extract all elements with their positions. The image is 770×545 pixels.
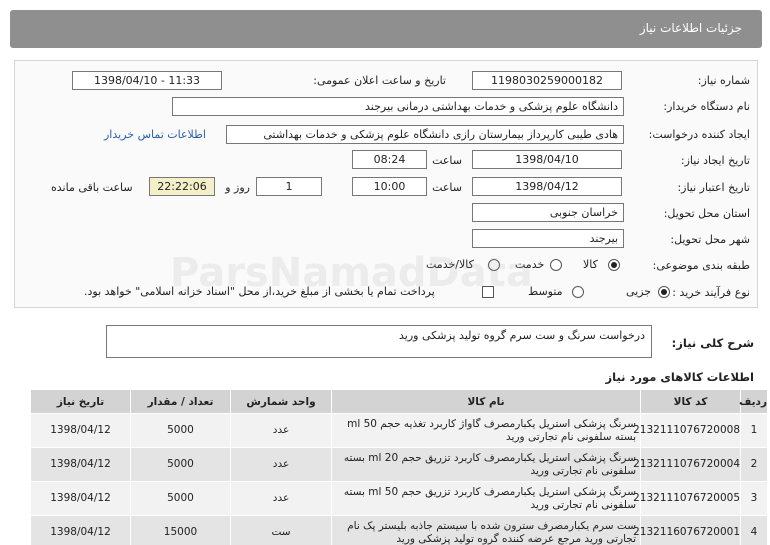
cell-code: 2132111076720004 [633, 447, 741, 482]
created-time-field: 08:24 [352, 150, 427, 169]
process-medium-radio[interactable] [572, 286, 584, 298]
col-date-header: تاریخ نیاز [30, 389, 131, 414]
remaining-label: ساعت باقی مانده [51, 181, 133, 194]
city-label: شهر محل تحویل: [670, 233, 750, 246]
created-time-label: ساعت [432, 154, 462, 167]
cell-code: 2132111076720008 [633, 413, 741, 448]
cell-qty: 15000 [130, 515, 231, 545]
table-row: 2 2132111076720004 سرنگ پزشکی استریل یکب… [30, 447, 768, 482]
items-table-header: ردیف کد کالا نام کالا واحد شمارش تعداد /… [30, 389, 768, 414]
cell-name: سرنگ پزشکی استریل یکبارمصرف کاربرد تزریق… [331, 481, 641, 516]
cell-unit: عدد [230, 413, 332, 448]
description-field: درخواست سرنگ و ست سرم گروه تولید پزشکی و… [106, 325, 652, 358]
description-label: شرح کلی نیاز: [671, 336, 754, 350]
table-row: 3 2132111076720005 سرنگ پزشکی استریل یکب… [30, 481, 768, 516]
process-minor-label: جزیی [626, 285, 652, 298]
process-minor-radio[interactable] [658, 286, 670, 298]
valid-time-label: ساعت [432, 181, 462, 194]
announce-label: تاریخ و ساعت اعلان عمومی: [313, 74, 446, 87]
process-type-label: نوع فرآیند خرید : [672, 286, 750, 299]
buyer-label: نام دستگاه خریدار: [663, 100, 750, 113]
category-goods-service-label: کالا/خدمت [426, 258, 474, 271]
cell-code: 2132116076720001 [633, 515, 741, 545]
cell-row: 4 [740, 515, 768, 545]
items-section-title: اطلاعات کالاهای مورد نیاز [605, 370, 754, 384]
days-label: روز و [225, 181, 250, 194]
cell-date: 1398/04/12 [30, 481, 131, 516]
cell-date: 1398/04/12 [30, 413, 131, 448]
announce-field: 1398/04/10 - 11:33 [72, 71, 222, 90]
cell-date: 1398/04/12 [30, 447, 131, 482]
need-details-page: جزئیات اطلاعات نیاز شماره نیاز: 11980302… [0, 0, 770, 545]
page-title: جزئیات اطلاعات نیاز [639, 21, 742, 35]
need-number-field: 1198030259000182 [472, 71, 622, 90]
need-number-label: شماره نیاز: [697, 74, 750, 87]
cell-code: 2132111076720005 [633, 481, 741, 516]
remaining-time-field: 22:22:06 [149, 177, 215, 196]
cell-name: سرنگ پزشکی استریل یکبارمصرف کاربرد تزریق… [331, 447, 641, 482]
cell-qty: 5000 [130, 447, 231, 482]
valid-date-field: 1398/04/12 [472, 177, 622, 196]
valid-date-label: تاریخ اعتبار نیاز: [677, 181, 750, 194]
remaining-days-field: 1 [256, 177, 322, 196]
category-service-radio[interactable] [550, 259, 562, 271]
cell-qty: 5000 [130, 481, 231, 516]
province-field: خراسان جنوبی [472, 203, 624, 222]
cell-qty: 5000 [130, 413, 231, 448]
buyer-contact-link[interactable]: اطلاعات تماس خریدار [104, 128, 206, 141]
cell-unit: عدد [230, 447, 332, 482]
created-date-label: تاریخ ایجاد نیاز: [680, 154, 750, 167]
col-unit-header: واحد شمارش [230, 389, 332, 414]
created-date-field: 1398/04/10 [472, 150, 622, 169]
table-row: 4 2132116076720001 ست سرم یکبارمصرف سترو… [30, 515, 768, 545]
category-label: طبقه بندی موضوعی: [652, 259, 750, 272]
category-goods-radio[interactable] [608, 259, 620, 271]
cell-row: 3 [740, 481, 768, 516]
treasury-payment-note: پرداخت تمام یا بخشی از مبلغ خرید،از محل … [84, 285, 435, 298]
cell-name: سرنگ پزشکی استریل یکبارمصرف گاواژ کاربرد… [331, 413, 641, 448]
category-goods-label: کالا [583, 258, 598, 271]
col-row-header: ردیف [739, 389, 768, 414]
table-row: 1 2132111076720008 سرنگ پزشکی استریل یکب… [30, 413, 768, 448]
col-code-header: کد کالا [640, 389, 741, 414]
col-qty-header: تعداد / مقدار [130, 389, 231, 414]
items-table: ردیف کد کالا نام کالا واحد شمارش تعداد /… [30, 389, 768, 545]
cell-unit: عدد [230, 481, 332, 516]
valid-time-field: 10:00 [352, 177, 427, 196]
buyer-field: دانشگاه علوم پزشکی و خدمات بهداشتی درمان… [172, 97, 624, 116]
cell-unit: ست [230, 515, 332, 545]
category-goods-service-radio[interactable] [488, 259, 500, 271]
city-field: بیرجند [472, 229, 624, 248]
province-label: استان محل تحویل: [663, 207, 750, 220]
requester-label: ایجاد کننده درخواست: [648, 128, 750, 141]
col-name-header: نام کالا [331, 389, 641, 414]
requester-field: هادی طیبی کارپرداز بیمارستان رازی دانشگا… [226, 125, 624, 144]
cell-date: 1398/04/12 [30, 515, 131, 545]
cell-row: 1 [740, 413, 768, 448]
treasury-payment-checkbox[interactable] [482, 286, 494, 298]
page-header: جزئیات اطلاعات نیاز [10, 10, 762, 48]
category-service-label: خدمت [515, 258, 545, 271]
process-medium-label: متوسط [528, 285, 563, 298]
cell-name: ست سرم یکبارمصرف سترون شده با سیستم جاذب… [331, 515, 641, 545]
cell-row: 2 [740, 447, 768, 482]
